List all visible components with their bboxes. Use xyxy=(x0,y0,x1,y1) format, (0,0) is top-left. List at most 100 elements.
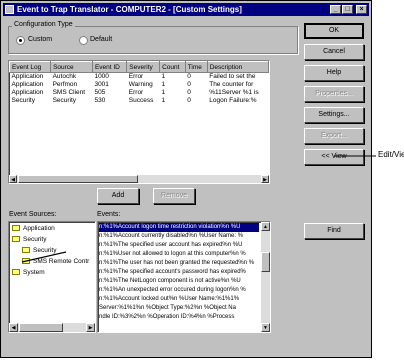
table-horizontal-scrollbar[interactable]: ◀ ▶ xyxy=(9,175,269,183)
scroll-up-icon[interactable]: ▲ xyxy=(261,222,270,231)
list-item[interactable]: n:%1%The NetLogon component is not activ… xyxy=(99,277,241,286)
table-row[interactable]: Security Security 530 Success 1 0 Logon … xyxy=(10,97,269,105)
settings-button[interactable]: Settings... xyxy=(304,107,364,123)
list-item[interactable]: n:%1%The specified account's password ha… xyxy=(99,268,246,277)
tree-item-label: System xyxy=(23,269,45,276)
scroll-right-icon[interactable]: ▶ xyxy=(86,323,95,332)
table-cell: Autochk xyxy=(52,73,77,80)
scroll-right-icon[interactable]: ▶ xyxy=(261,175,269,183)
table-cell: Warning xyxy=(128,81,153,88)
export-button[interactable]: Export... xyxy=(304,128,364,144)
folder-icon xyxy=(12,225,20,232)
table-cell: 1 xyxy=(161,81,166,88)
table-cell: Perfmon xyxy=(52,81,78,88)
list-item[interactable]: n:%1%The user has not been granted the r… xyxy=(99,259,254,268)
table-cell: Security xyxy=(52,97,77,104)
folder-open-icon xyxy=(12,236,20,243)
tree-item-label: Application xyxy=(23,225,55,232)
find-button[interactable]: Find xyxy=(304,223,364,239)
tree-item-system[interactable]: System xyxy=(12,269,45,276)
list-item[interactable]: n:%1%The specified user account has expi… xyxy=(99,241,242,250)
list-item[interactable]: n:%1%Account currently disabled%n %User … xyxy=(99,232,243,241)
maximize-button[interactable]: □ xyxy=(342,5,353,14)
default-radio-label[interactable]: Default xyxy=(90,36,112,43)
table-cell: 1000 xyxy=(94,73,109,80)
table-cell: Logon Failure:% xyxy=(209,97,257,104)
tree-item-security-source[interactable]: Security xyxy=(22,247,56,254)
column-header-event-id[interactable]: Event ID xyxy=(91,61,128,73)
folder-icon xyxy=(22,258,30,265)
tree-item-label: Security xyxy=(23,236,47,243)
table-cell: Application xyxy=(11,89,44,96)
remove-button[interactable]: Remove xyxy=(153,188,195,204)
folder-icon xyxy=(12,269,20,276)
list-item[interactable]: n:%1%Account logon time restriction viol… xyxy=(99,223,259,232)
events-grid: Event Log Source Event ID Severity Count… xyxy=(9,61,269,105)
column-header-count[interactable]: Count xyxy=(159,61,186,73)
table-row[interactable]: Application Autochk 1000 Error 1 0 Faile… xyxy=(10,73,269,82)
scroll-thumb[interactable] xyxy=(19,323,63,332)
list-item[interactable]: n:%1%An unexpected error occured during … xyxy=(99,286,246,295)
table-cell: Security xyxy=(11,97,35,104)
default-radio[interactable] xyxy=(79,36,88,45)
custom-radio[interactable] xyxy=(16,36,25,45)
properties-button[interactable]: Properties... xyxy=(304,86,364,102)
list-item[interactable]: n:%1%Account locked out%n %User Name:%1%… xyxy=(99,295,239,304)
tree-item-security[interactable]: Security xyxy=(12,236,46,243)
column-header-time[interactable]: Time xyxy=(184,61,208,73)
custom-radio-label[interactable]: Custom xyxy=(28,36,52,43)
table-cell: 0 xyxy=(187,89,191,96)
trap-events-table: Event Log Source Event ID Severity Count… xyxy=(8,60,270,184)
events-vertical-scrollbar[interactable]: ▲ ▼ xyxy=(261,222,270,332)
table-cell: %11Server %1 is xyxy=(209,89,259,96)
column-header-source[interactable]: Source xyxy=(50,61,93,73)
cancel-button[interactable]: Cancel xyxy=(304,44,364,60)
table-cell: Application xyxy=(11,81,44,88)
ok-button[interactable]: OK xyxy=(304,23,364,39)
table-cell: 0 xyxy=(187,73,191,80)
table-cell: 1 xyxy=(161,73,166,80)
column-header-event-log[interactable]: Event Log xyxy=(9,61,52,73)
list-item[interactable]: Server:%1%1%n %Object Type:%2%n %Object … xyxy=(99,304,236,313)
tree-item-sms-remote-control[interactable]: SMS Remote Contr xyxy=(22,258,89,265)
table-cell: Application xyxy=(11,73,44,80)
event-sources-label: Event Sources: xyxy=(9,211,57,218)
minimize-button[interactable]: _ xyxy=(330,5,341,14)
scroll-down-icon[interactable]: ▼ xyxy=(261,323,270,332)
list-item[interactable]: ndle ID:%3%2%n %Operation ID:%4%n %Proce… xyxy=(99,313,234,322)
table-cell: The counter for xyxy=(209,81,254,88)
column-header-severity[interactable]: Severity xyxy=(126,61,161,73)
scroll-thumb[interactable] xyxy=(18,175,138,183)
column-header-description[interactable]: Description xyxy=(206,61,269,73)
folder-icon xyxy=(22,247,30,254)
list-item[interactable]: n:%1%User not allowed to logon at this c… xyxy=(99,250,246,259)
configuration-type-label: Configuration Type xyxy=(12,21,75,28)
tree-item-application[interactable]: Application xyxy=(12,225,55,232)
table-cell: Error xyxy=(128,89,144,96)
event-to-trap-window: Event to Trap Translator - COMPUTER2 - [… xyxy=(0,0,372,358)
table-row[interactable]: Application Perfmon 3001 Warning 1 0 The… xyxy=(10,81,269,89)
table-cell: Success xyxy=(128,97,154,104)
table-cell: 530 xyxy=(94,97,106,104)
close-button[interactable]: × xyxy=(356,5,367,14)
add-button[interactable]: Add xyxy=(97,188,139,204)
app-icon xyxy=(5,5,14,14)
table-cell: 1 xyxy=(161,89,166,96)
scroll-left-icon[interactable]: ◀ xyxy=(9,175,17,183)
table-row[interactable]: Application SMS Client 505 Error 1 0 %11… xyxy=(10,89,269,97)
table-cell: 0 xyxy=(187,97,191,104)
table-cell: SMS Client xyxy=(52,89,86,96)
scroll-left-icon[interactable]: ◀ xyxy=(9,323,18,332)
table-cell: Error xyxy=(128,73,144,80)
table-header-row: Event Log Source Event ID Severity Count… xyxy=(9,61,269,73)
event-sources-tree: Application Security Security SMS Remote… xyxy=(8,221,96,333)
edit-view-annotation: Edit/View xyxy=(378,150,404,159)
window-title: Event to Trap Translator - COMPUTER2 - [… xyxy=(17,5,242,14)
sources-horizontal-scrollbar[interactable]: ◀ ▶ xyxy=(9,323,95,332)
table-cell: 0 xyxy=(187,81,191,88)
events-label: Events: xyxy=(97,211,121,218)
view-button[interactable]: << View xyxy=(304,149,364,165)
scroll-thumb[interactable] xyxy=(261,252,270,272)
table-cell: 3001 xyxy=(94,81,109,88)
help-button[interactable]: Help xyxy=(304,65,364,81)
